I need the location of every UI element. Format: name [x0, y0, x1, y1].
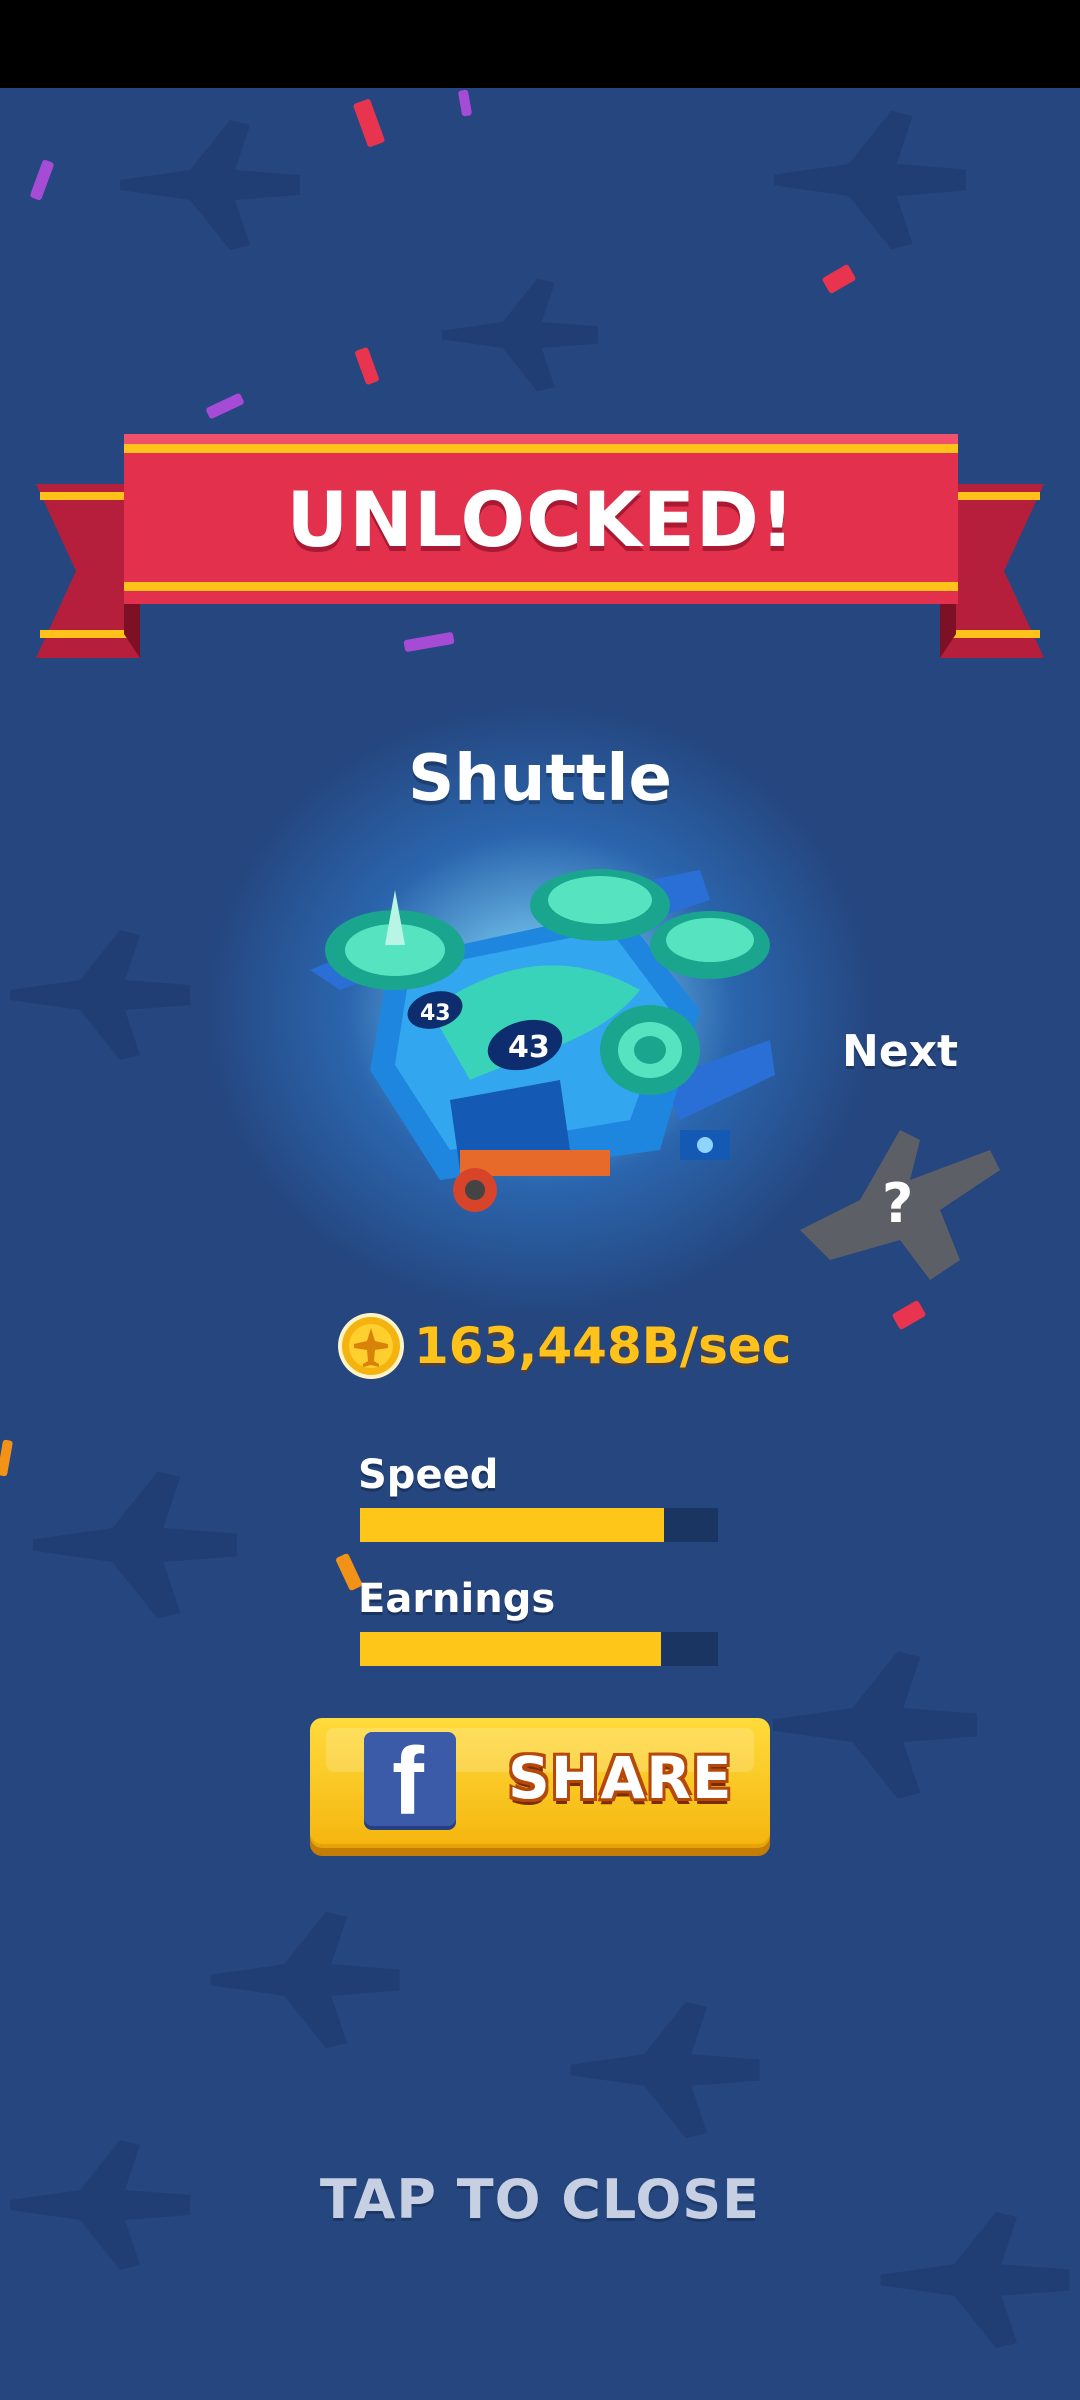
next-label: Next: [842, 1026, 959, 1077]
earnings-label: Earnings: [358, 1576, 556, 1622]
confetti: [205, 392, 245, 420]
next-mystery-mark: ?: [882, 1172, 913, 1235]
tap-to-close[interactable]: TAP TO CLOSE: [0, 2168, 1080, 2231]
share-button-label: SHARE: [508, 1744, 733, 1812]
status-bar: [0, 0, 1080, 88]
earnings-bar: [360, 1632, 718, 1666]
earnings-bar-fill: [360, 1632, 661, 1666]
plane-name: Shuttle: [408, 742, 672, 816]
confetti: [891, 1299, 927, 1331]
plane-badge-number: 43: [508, 1030, 550, 1065]
next-plane-silhouette-icon: ?: [800, 1130, 1000, 1280]
plane-badge-number: 43: [420, 1001, 451, 1026]
facebook-icon-letter: f: [392, 1732, 424, 1827]
share-button[interactable]: f SHARE: [310, 1718, 770, 1848]
background-plane-icon: [33, 1471, 237, 1619]
shuttle-plane-icon: 43 43: [310, 869, 775, 1212]
background-plane-icon: [774, 110, 966, 250]
background-plane-icon: [570, 2001, 760, 2139]
background-plane-icon: [773, 1651, 977, 1799]
background-plane-icon: [10, 930, 190, 1060]
background-plane-icon: [442, 278, 598, 392]
confetti: [354, 346, 380, 386]
speed-bar: [360, 1508, 718, 1542]
speed-label: Speed: [358, 1452, 499, 1498]
confetti: [0, 1439, 14, 1477]
unlocked-title: UNLOCKED!: [286, 474, 796, 564]
background-plane-icon: [210, 1911, 400, 2049]
confetti: [821, 263, 857, 295]
facebook-icon: f: [364, 1732, 456, 1826]
confetti: [29, 159, 55, 201]
confetti: [352, 98, 386, 148]
background-plane-icon: [120, 120, 300, 250]
earnings-rate: 163,448B/sec: [336, 1310, 791, 1382]
speed-bar-fill: [360, 1508, 665, 1542]
plane-coin-icon: [338, 1313, 404, 1379]
confetti: [457, 89, 473, 117]
earnings-rate-value: 163,448B/sec: [414, 1317, 792, 1375]
